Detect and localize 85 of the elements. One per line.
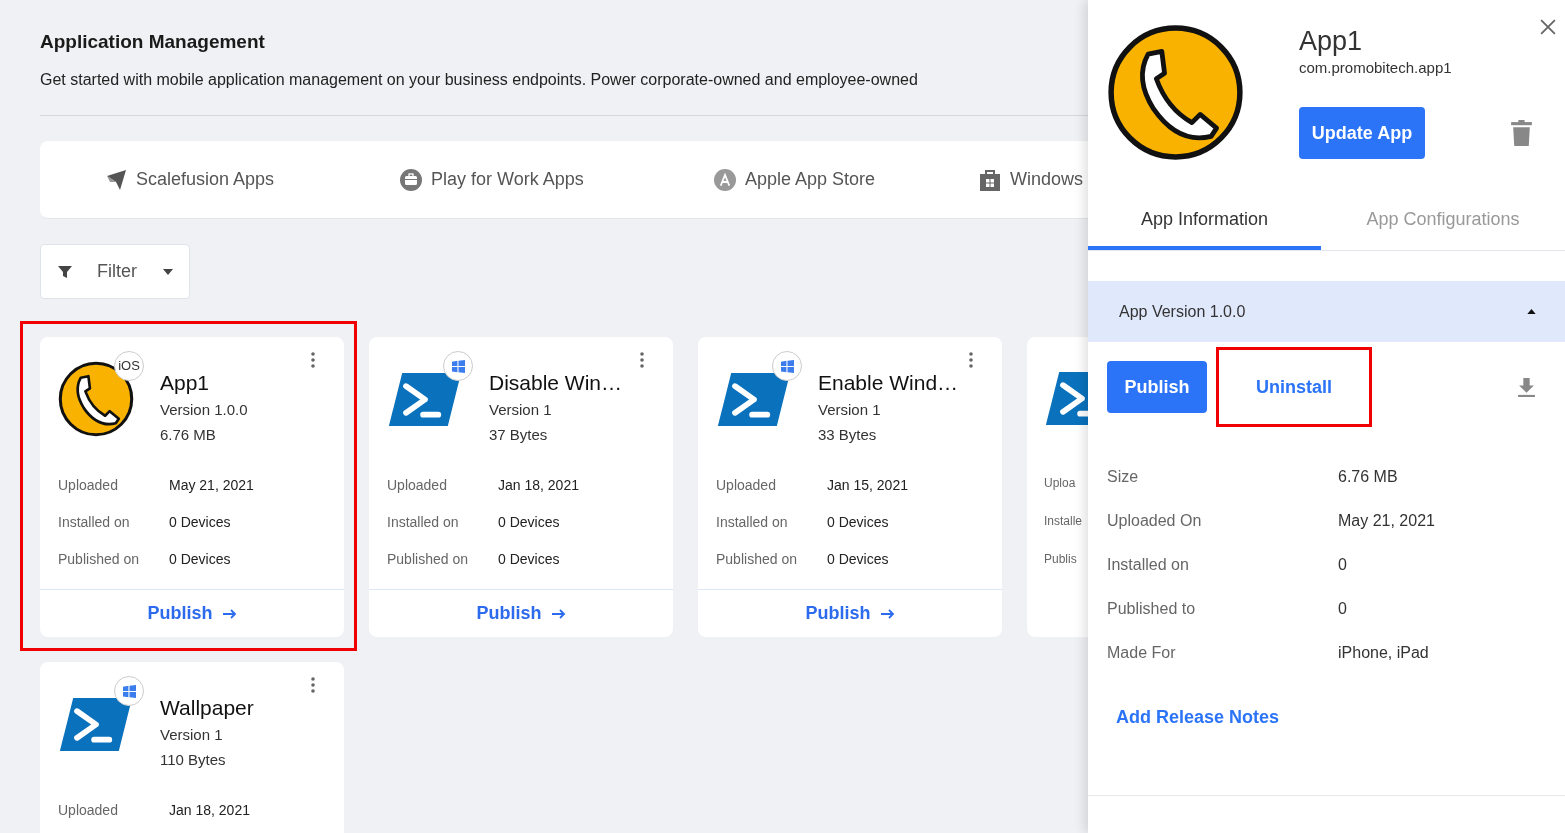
source-tab[interactable]: Apple App Store <box>713 166 978 193</box>
trash-icon[interactable] <box>1511 119 1532 147</box>
detail-label: Uploaded <box>716 477 777 494</box>
more-options-icon[interactable] <box>311 352 315 368</box>
app-store-icon <box>713 167 737 192</box>
detail-value: 0 Devices <box>827 514 889 531</box>
paper-plane-icon <box>104 167 128 192</box>
more-options-icon[interactable] <box>311 677 315 693</box>
add-release-notes-link[interactable]: Add Release Notes <box>1116 704 1280 731</box>
detail-value: 0 Devices <box>827 551 889 568</box>
source-tab[interactable]: Windows <box>978 166 1088 193</box>
app-version: Version 1 <box>489 400 553 420</box>
shopping-bag-icon <box>978 167 1002 192</box>
arrow-right-icon <box>880 608 895 619</box>
detail-value: 0 Devices <box>498 551 560 568</box>
windows-logo-icon <box>451 359 465 373</box>
app-name: App1 <box>160 370 211 396</box>
detail-label: Publis <box>1044 551 1077 568</box>
detail-label: Uploaded On <box>1107 511 1203 531</box>
detail-value: 0 Devices <box>169 514 231 531</box>
detail-value: 6.76 MB <box>1338 467 1398 487</box>
source-tab[interactable]: Play for Work Apps <box>399 166 713 193</box>
detail-value: Jan 18, 2021 <box>498 477 579 494</box>
more-options-icon[interactable] <box>640 352 644 368</box>
app-size: 37 Bytes <box>489 425 549 445</box>
detail-label: Installe <box>1044 513 1083 530</box>
app-size: 110 Bytes <box>160 750 227 770</box>
publish-link[interactable]: Publish <box>476 600 566 627</box>
app-version: Version 1.0.0 <box>160 400 248 420</box>
app-size: 33 Bytes <box>818 425 878 445</box>
phone-icon <box>1107 24 1244 161</box>
detail-value: Jan 15, 2021 <box>827 477 908 494</box>
detail-label: Size <box>1107 467 1140 487</box>
briefcase-icon <box>399 167 423 192</box>
detail-label: Installed on <box>58 514 131 531</box>
page-description: Get started with mobile application management on your business endpoints. Power corporate-owned and employee-owned <box>40 70 919 90</box>
detail-label: Installed on <box>387 514 460 531</box>
caret-icon <box>163 268 173 275</box>
tab[interactable]: App Information <box>1088 206 1321 250</box>
funnel-icon <box>57 263 73 280</box>
detail-label: Uploaded <box>58 477 119 494</box>
filter-button[interactable]: Filter <box>40 244 190 299</box>
package-name: com.promobitech.app1 <box>1299 58 1452 78</box>
version-accordion-header[interactable]: App Version 1.0.0 <box>1088 281 1565 342</box>
app-size: 6.76 MB <box>160 425 217 445</box>
source-tab[interactable]: Scalefusion Apps <box>104 166 399 193</box>
windows-logo-icon <box>122 684 136 698</box>
detail-label: Installed on <box>716 514 789 531</box>
windows-logo-icon <box>780 359 794 373</box>
page-title: Application Management <box>40 30 266 54</box>
detail-value: 0 <box>1338 555 1347 575</box>
app-version: Version 1 <box>818 400 882 420</box>
platform-badge: iOS <box>114 351 144 381</box>
detail-label: Made For <box>1107 643 1177 663</box>
arrow-right-icon <box>551 608 566 619</box>
uninstall-button[interactable]: Uninstall <box>1219 350 1369 424</box>
app-name: Enable Wind… <box>818 370 959 396</box>
detail-label: Published on <box>716 551 798 568</box>
detail-label: Published to <box>1107 599 1197 619</box>
detail-value: 0 Devices <box>169 551 231 568</box>
detail-value: 0 <box>1338 599 1347 619</box>
detail-label: Installed on <box>1107 555 1190 575</box>
app-name: Wallpaper <box>160 695 254 721</box>
detail-value: Jan 18, 2021 <box>169 802 250 819</box>
publish-link[interactable]: Publish <box>147 600 237 627</box>
update-app-button[interactable]: Update App <box>1299 107 1425 159</box>
publish-link[interactable]: Publish <box>805 600 895 627</box>
download-icon[interactable] <box>1518 377 1535 397</box>
detail-label: Published on <box>387 551 469 568</box>
app-version: Version 1 <box>160 725 224 745</box>
detail-label: Uploa <box>1044 475 1076 492</box>
tab[interactable]: App Configurations <box>1321 206 1565 250</box>
close-icon[interactable] <box>1540 19 1556 35</box>
arrow-right-icon <box>222 608 237 619</box>
detail-value: iPhone, iPad <box>1338 643 1429 663</box>
publish-button[interactable]: Publish <box>1107 361 1207 413</box>
detail-label: Published on <box>58 551 140 568</box>
detail-value: May 21, 2021 <box>169 477 254 494</box>
detail-value: May 21, 2021 <box>1338 511 1435 531</box>
app-title: App1 <box>1299 25 1363 58</box>
detail-value: 0 Devices <box>498 514 560 531</box>
app-name: Disable Win… <box>489 370 623 396</box>
detail-label: Uploaded <box>387 477 448 494</box>
more-options-icon[interactable] <box>969 352 973 368</box>
detail-label: Uploaded <box>58 802 119 819</box>
